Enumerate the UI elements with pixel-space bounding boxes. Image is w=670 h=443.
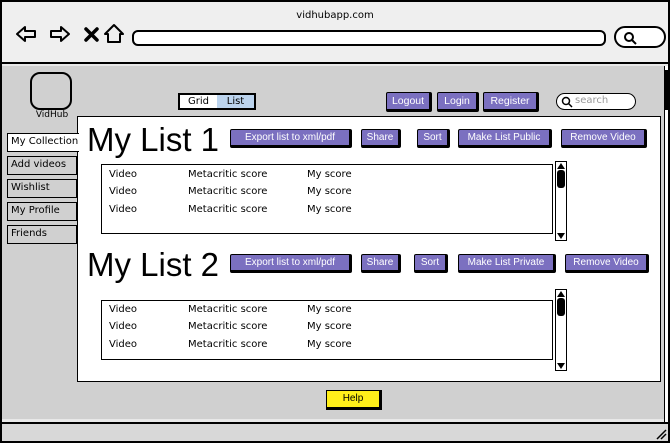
- vidhub-logo: [30, 72, 72, 110]
- search-icon: [624, 32, 637, 45]
- close-icon[interactable]: [80, 22, 104, 46]
- video-cell[interactable]: Video: [109, 304, 137, 315]
- metacritic-score-cell: Metacritic score: [188, 204, 268, 215]
- help-button[interactable]: Help: [326, 390, 382, 410]
- page-scrollbar[interactable]: [664, 66, 668, 422]
- resize-grip-icon[interactable]: [655, 428, 667, 440]
- search-icon: [561, 96, 573, 108]
- make-list-private-button[interactable]: Make List Private: [458, 254, 556, 273]
- status-bar: [2, 422, 668, 441]
- search-placeholder: search: [575, 95, 609, 106]
- video-cell[interactable]: Video: [109, 321, 137, 332]
- page-scrollbar-thumb[interactable]: [664, 70, 670, 110]
- remove-video-button[interactable]: Remove Video: [561, 129, 647, 148]
- browser-search-button[interactable]: [614, 26, 666, 48]
- my-score-cell: My score: [307, 169, 352, 180]
- login-button[interactable]: Login: [437, 92, 479, 112]
- forward-arrow-icon[interactable]: [48, 22, 72, 46]
- metacritic-score-cell: Metacritic score: [188, 339, 268, 350]
- share-button[interactable]: Share: [361, 254, 401, 273]
- address-bar[interactable]: [132, 30, 606, 46]
- url-title: vidhubapp.com: [296, 10, 374, 21]
- scroll-up-icon[interactable]: [556, 162, 566, 170]
- video-cell[interactable]: Video: [109, 186, 137, 197]
- video-cell[interactable]: Video: [109, 204, 137, 215]
- my-score-cell: My score: [307, 321, 352, 332]
- make-list-public-button[interactable]: Make List Public: [458, 129, 552, 148]
- metacritic-score-cell: Metacritic score: [188, 169, 268, 180]
- metacritic-score-cell: Metacritic score: [188, 186, 268, 197]
- view-toggle: Grid List: [178, 93, 256, 110]
- list-view-button[interactable]: List: [217, 95, 254, 108]
- back-arrow-icon[interactable]: [14, 22, 38, 46]
- my-score-cell: My score: [307, 339, 352, 350]
- grid-view-button[interactable]: Grid: [180, 95, 217, 108]
- scroll-down-icon[interactable]: [556, 232, 566, 240]
- export-list-button[interactable]: Export list to xml/pdf: [230, 254, 352, 273]
- logout-button[interactable]: Logout: [386, 92, 432, 112]
- sidebar-item-my-profile[interactable]: My Profile: [7, 202, 77, 221]
- sidebar-item-wishlist[interactable]: Wishlist: [7, 179, 77, 198]
- metacritic-score-cell: Metacritic score: [188, 321, 268, 332]
- export-list-button[interactable]: Export list to xml/pdf: [230, 129, 352, 148]
- logo-label: VidHub: [35, 110, 69, 120]
- sort-button[interactable]: Sort: [417, 129, 450, 148]
- my-score-cell: My score: [307, 204, 352, 215]
- remove-video-button[interactable]: Remove Video: [565, 254, 649, 273]
- register-button[interactable]: Register: [483, 92, 539, 112]
- metacritic-score-cell: Metacritic score: [188, 304, 268, 315]
- sidebar-item-add-videos[interactable]: Add videos: [7, 156, 77, 175]
- scroll-down-icon[interactable]: [556, 362, 566, 370]
- sidebar-item-friends[interactable]: Friends: [7, 225, 77, 244]
- list-scrollbar-thumb[interactable]: [557, 170, 565, 188]
- list-scrollbar-thumb[interactable]: [557, 298, 565, 316]
- list-title: My List 1: [87, 121, 220, 158]
- my-score-cell: My score: [307, 304, 352, 315]
- my-score-cell: My score: [307, 186, 352, 197]
- video-cell[interactable]: Video: [109, 339, 137, 350]
- video-cell[interactable]: Video: [109, 169, 137, 180]
- list-title: My List 2: [87, 246, 220, 283]
- search-input[interactable]: search: [556, 93, 636, 110]
- scroll-up-icon[interactable]: [556, 290, 566, 298]
- share-button[interactable]: Share: [361, 129, 401, 148]
- sidebar-item-my-collection[interactable]: My Collection: [7, 133, 79, 152]
- sort-button[interactable]: Sort: [414, 254, 448, 273]
- home-icon[interactable]: [102, 22, 126, 46]
